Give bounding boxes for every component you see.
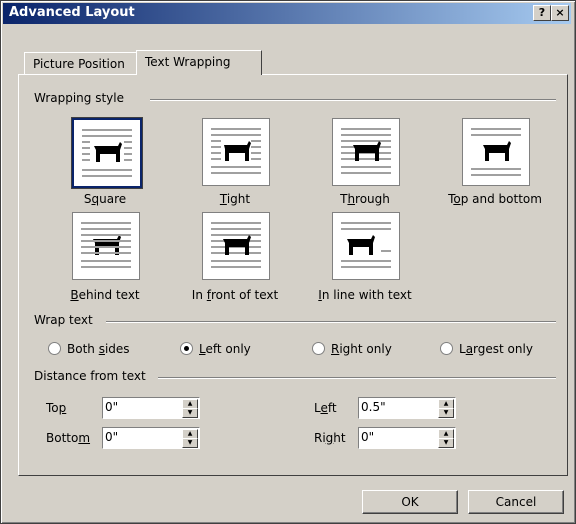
help-button[interactable]: ? xyxy=(533,5,551,21)
title-bar[interactable]: Advanced Layout ? × xyxy=(3,3,571,24)
radio-left-only[interactable]: Left only xyxy=(180,342,251,356)
radio-dot xyxy=(440,342,453,355)
dialog-title: Advanced Layout xyxy=(9,5,135,20)
wrap-top-bottom-option[interactable] xyxy=(462,118,530,186)
divider xyxy=(158,377,556,379)
inline-text-icon xyxy=(341,222,391,268)
bottom-distance-input[interactable] xyxy=(105,430,175,444)
radio-dot xyxy=(48,342,61,355)
cancel-button[interactable]: Cancel xyxy=(468,490,564,514)
right-distance-spinner[interactable]: ▲ ▼ xyxy=(358,427,456,449)
square-wrap-icon xyxy=(82,129,132,177)
wrap-text-label: Wrap text xyxy=(34,313,97,327)
wrap-tight-option[interactable] xyxy=(202,118,270,186)
bottom-distance-spinner[interactable]: ▲ ▼ xyxy=(102,427,200,449)
left-distance-label: Left xyxy=(314,401,337,415)
close-button[interactable]: × xyxy=(551,5,569,21)
top-distance-label: Top xyxy=(46,401,67,415)
wrap-through-label: Through xyxy=(340,192,390,206)
wrap-through-option[interactable] xyxy=(332,118,400,186)
bottom-distance-label: Bottom xyxy=(46,431,91,445)
radio-dot-selected xyxy=(180,342,193,355)
left-distance-input[interactable] xyxy=(361,400,431,414)
tight-wrap-icon xyxy=(211,128,261,174)
left-distance-spinner[interactable]: ▲ ▼ xyxy=(358,397,456,419)
right-distance-label: Right xyxy=(314,431,346,445)
wrap-square-option[interactable] xyxy=(71,117,143,189)
top-distance-input[interactable] xyxy=(105,400,175,414)
divider xyxy=(150,99,556,101)
radio-both-sides[interactable]: Both sides xyxy=(48,342,130,356)
spin-down-button[interactable]: ▼ xyxy=(438,408,454,418)
wrap-tight-label: Tight xyxy=(219,192,251,206)
top-bottom-wrap-icon xyxy=(471,128,521,176)
distance-from-text-label: Distance from text xyxy=(34,369,150,383)
wrapping-style-label: Wrapping style xyxy=(34,91,128,105)
spin-down-button[interactable]: ▼ xyxy=(438,438,454,448)
right-distance-input[interactable] xyxy=(361,430,431,444)
ok-button[interactable]: OK xyxy=(362,490,458,514)
behind-text-icon xyxy=(81,222,131,268)
divider xyxy=(106,321,556,323)
spin-down-button[interactable]: ▼ xyxy=(182,438,198,448)
wrap-top-bottom-label: Top and bottom xyxy=(448,192,542,206)
tab-picture-position[interactable]: Picture Position xyxy=(24,52,152,75)
through-wrap-icon xyxy=(341,128,391,174)
wrap-behind-text-label: Behind text xyxy=(70,288,140,302)
wrap-square-label: Square xyxy=(83,192,127,206)
wrap-inline-option[interactable] xyxy=(332,212,400,280)
wrap-inline-label: In line with text xyxy=(318,288,412,302)
spin-down-button[interactable]: ▼ xyxy=(182,408,198,418)
wrap-in-front-option[interactable] xyxy=(202,212,270,280)
radio-right-only[interactable]: Right only xyxy=(312,342,392,356)
in-front-text-icon xyxy=(211,222,261,268)
radio-dot xyxy=(312,342,325,355)
tab-text-wrapping[interactable]: Text Wrapping xyxy=(136,50,262,75)
wrap-in-front-label: In front of text xyxy=(191,288,279,302)
radio-largest-only[interactable]: Largest only xyxy=(440,342,533,356)
wrap-behind-text-option[interactable] xyxy=(72,212,140,280)
top-distance-spinner[interactable]: ▲ ▼ xyxy=(102,397,200,419)
